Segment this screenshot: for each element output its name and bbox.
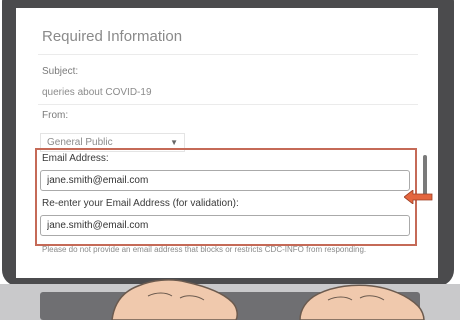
arrow-left-icon bbox=[404, 190, 433, 204]
from-label: From: bbox=[42, 110, 69, 121]
left-hand bbox=[111, 279, 238, 320]
from-select-value: General Public bbox=[47, 137, 113, 148]
subject-value[interactable]: queries about COVID-19 bbox=[42, 87, 152, 98]
screen: Required Information Subject: queries ab… bbox=[16, 8, 438, 278]
divider bbox=[38, 104, 418, 105]
reenter-email-input[interactable] bbox=[40, 215, 410, 236]
reenter-email-label: Re-enter your Email Address (for validat… bbox=[42, 198, 239, 209]
subject-label: Subject: bbox=[42, 66, 79, 77]
form-heading: Required Information bbox=[42, 28, 183, 45]
right-hand bbox=[299, 284, 425, 320]
email-note: Please do not provide an email address t… bbox=[42, 245, 367, 254]
email-input[interactable] bbox=[40, 170, 410, 191]
email-label: Email Address: bbox=[42, 153, 109, 164]
divider bbox=[38, 54, 418, 55]
